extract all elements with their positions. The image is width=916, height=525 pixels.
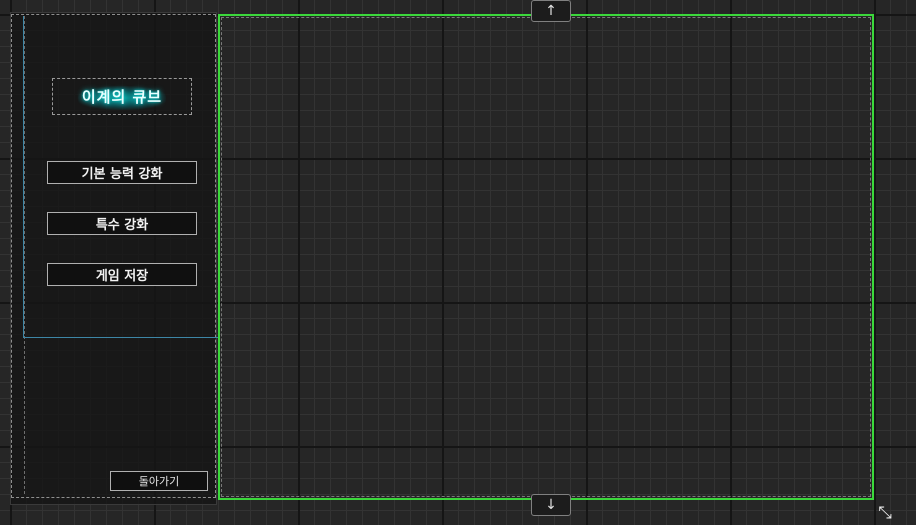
save-game-button[interactable]: 게임 저장 bbox=[47, 263, 197, 286]
upgrade-basic-stats-button[interactable]: 기본 능력 강화 bbox=[47, 161, 197, 184]
main-area-dashed-outline bbox=[221, 17, 871, 497]
menu-title: 이계의 큐브 bbox=[81, 88, 163, 106]
menu-title-box: 이계의 큐브 bbox=[52, 78, 192, 115]
back-button[interactable]: 돌아가기 bbox=[110, 471, 208, 491]
arrow-down-icon: ↓ bbox=[545, 497, 557, 513]
scroll-down-button[interactable]: ↓ bbox=[531, 494, 571, 516]
scroll-up-button[interactable]: ↑ bbox=[531, 0, 571, 22]
resize-handle[interactable]: ⤡ bbox=[875, 503, 895, 523]
diagonal-resize-icon: ⤡ bbox=[878, 503, 892, 523]
special-upgrade-button[interactable]: 특수 강화 bbox=[47, 212, 197, 235]
arrow-up-icon: ↑ bbox=[545, 3, 557, 19]
